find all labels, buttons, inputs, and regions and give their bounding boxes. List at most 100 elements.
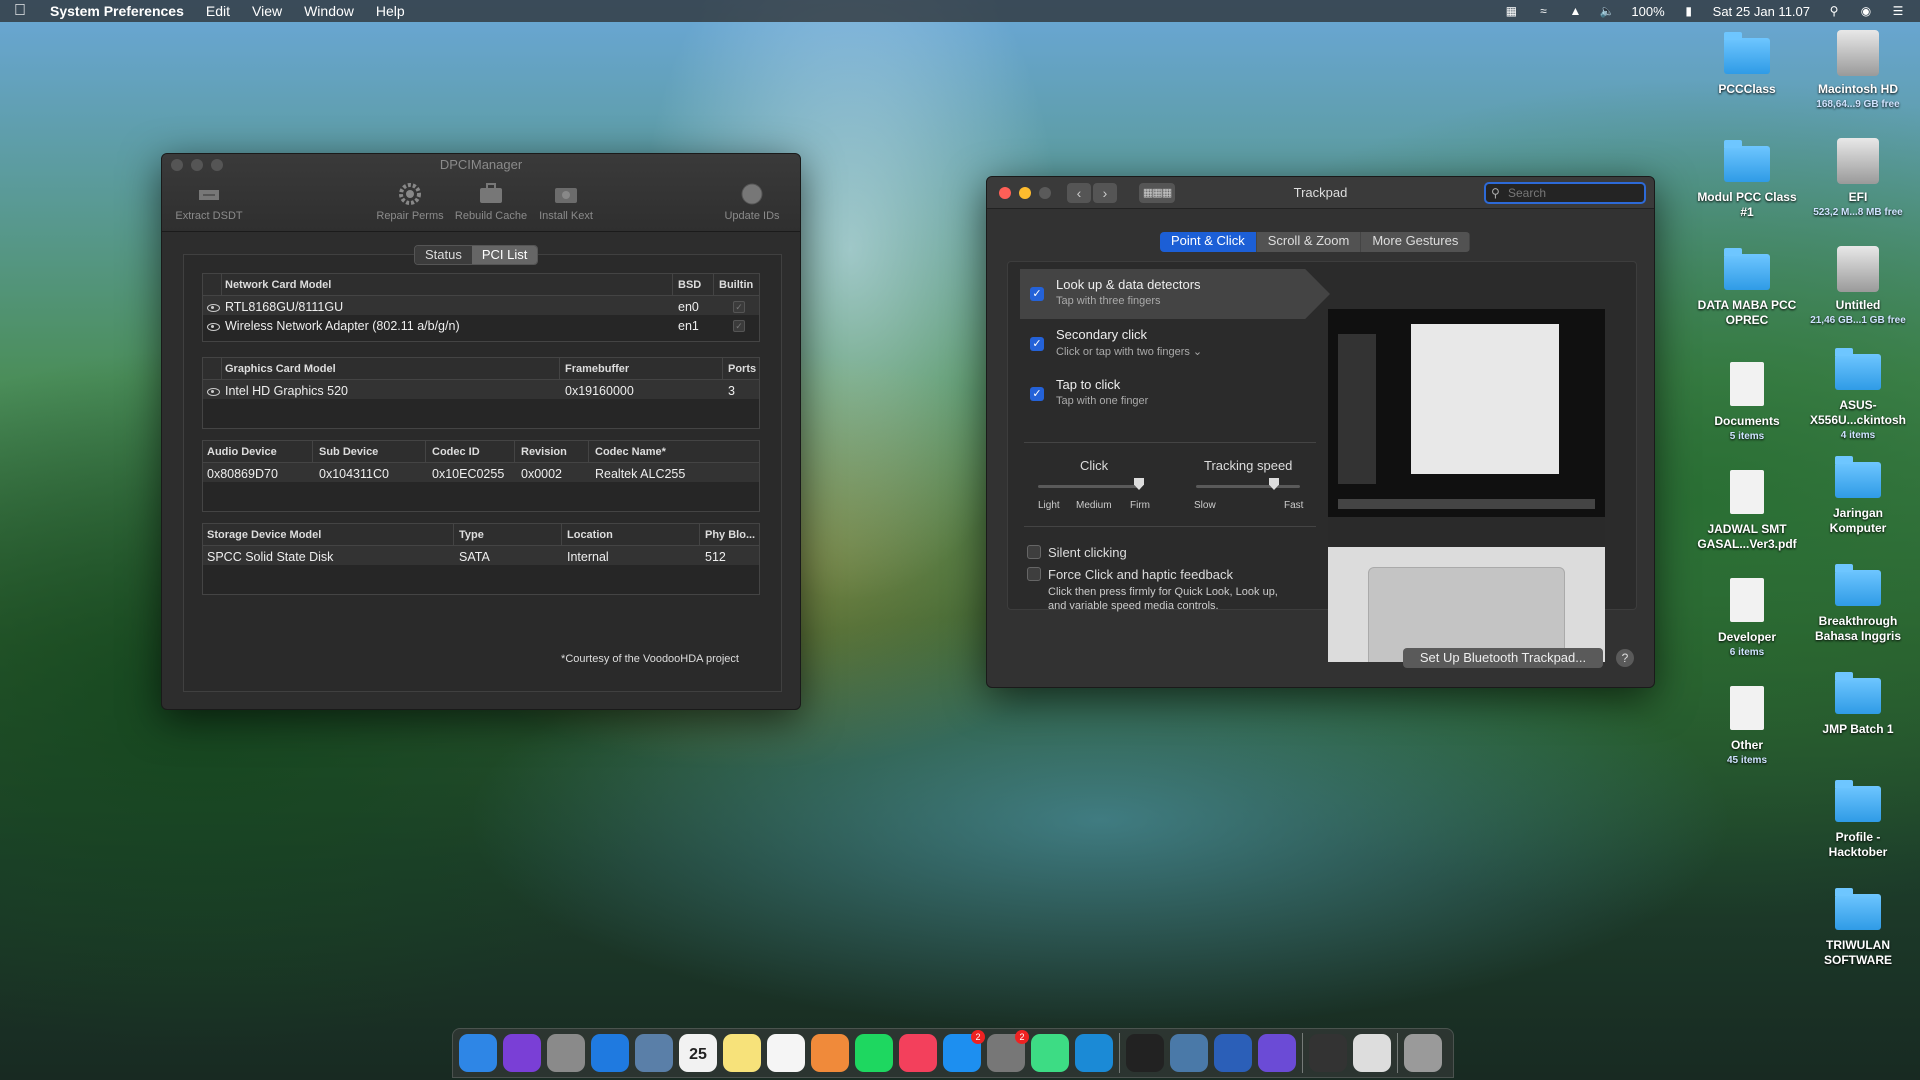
col-ports[interactable]: Ports — [728, 363, 756, 375]
battery-percent[interactable]: 100% — [1631, 4, 1664, 19]
secondary-click-dropdown[interactable]: Click or tap with two fingers ⌄ — [1056, 345, 1202, 358]
spotify-icon[interactable] — [855, 1034, 893, 1072]
app-store-icon[interactable]: 2 — [943, 1030, 985, 1072]
col-network-model[interactable]: Network Card Model — [225, 279, 331, 291]
secondary-click-option[interactable]: ✓ Secondary click Click or tap with two … — [1020, 319, 1330, 369]
siri-icon[interactable]: ◉ — [1858, 4, 1874, 18]
desktop-item[interactable]: PCCClass — [1695, 32, 1799, 97]
android-studio-icon[interactable] — [1031, 1034, 1069, 1072]
silent-clicking-checkbox[interactable] — [1027, 545, 1041, 559]
video-icon[interactable] — [1258, 1034, 1296, 1072]
preview-icon[interactable] — [635, 1034, 673, 1072]
tab-pci-list[interactable]: PCI List — [471, 246, 538, 264]
desktop-item[interactable]: DATA MABA PCC OPREC — [1695, 248, 1799, 328]
desktop-item[interactable]: Jaringan Komputer — [1806, 456, 1910, 536]
click-slider[interactable] — [1038, 485, 1138, 488]
launchpad-icon[interactable] — [547, 1034, 585, 1072]
col-location[interactable]: Location — [567, 529, 613, 541]
force-click-checkbox[interactable] — [1027, 567, 1041, 581]
col-type[interactable]: Type — [459, 529, 484, 541]
audio-device-table[interactable]: Audio Device Sub Device Codec ID Revisio… — [202, 440, 760, 512]
desktop-item[interactable]: ASUS-X556U...ckintosh 4 items — [1806, 348, 1910, 443]
desktop-item[interactable]: Developer 6 items — [1695, 578, 1799, 660]
menu-view[interactable]: View — [252, 3, 282, 19]
setup-bluetooth-trackpad-button[interactable]: Set Up Bluetooth Trackpad... — [1403, 648, 1603, 668]
menu-window[interactable]: Window — [304, 3, 354, 19]
menu-help[interactable]: Help — [376, 3, 405, 19]
search-input[interactable]: ⚲ Search — [1484, 182, 1646, 204]
col-audio-device[interactable]: Audio Device — [207, 446, 277, 458]
safari-icon[interactable] — [591, 1034, 629, 1072]
menu-app-name[interactable]: System Preferences — [50, 3, 184, 19]
tab-status[interactable]: Status — [415, 246, 472, 264]
menu-edit[interactable]: Edit — [206, 3, 230, 19]
desktop-item[interactable]: Profile - Hacktober — [1806, 780, 1910, 860]
lookup-checkbox[interactable]: ✓ — [1030, 287, 1044, 301]
col-graphics-model[interactable]: Graphics Card Model — [225, 363, 336, 375]
desktop-item[interactable]: Modul PCC Class #1 — [1695, 140, 1799, 220]
col-storage-model[interactable]: Storage Device Model — [207, 529, 321, 541]
col-framebuffer[interactable]: Framebuffer — [565, 363, 629, 375]
trash-icon[interactable] — [1404, 1034, 1442, 1072]
table-row[interactable]: Intel HD Graphics 520 0x19160000 3 — [203, 380, 759, 399]
tab-point-click[interactable]: Point & Click — [1160, 232, 1257, 252]
desktop-item[interactable]: Untitled 21,46 GB...1 GB free — [1806, 246, 1910, 328]
pci-icon[interactable] — [1353, 1034, 1391, 1072]
col-sub-device[interactable]: Sub Device — [319, 446, 378, 458]
reminders-icon[interactable] — [767, 1034, 805, 1072]
calendar-icon[interactable]: 25 — [679, 1034, 717, 1072]
music-icon[interactable] — [899, 1034, 937, 1072]
tap-to-click-option[interactable]: ✓ Tap to click Tap with one finger — [1020, 369, 1330, 419]
siri-icon[interactable] — [503, 1034, 541, 1072]
desktop-item[interactable]: Macintosh HD 168,64...9 GB free — [1806, 30, 1910, 112]
desktop-item[interactable]: TRIWULAN SOFTWARE — [1806, 888, 1910, 968]
repair-perms-button[interactable]: Repair Perms — [365, 182, 455, 222]
click-slider-knob[interactable] — [1134, 478, 1144, 490]
col-codec-id[interactable]: Codec ID — [432, 446, 480, 458]
table-row[interactable]: 0x80869D70 0x104311C0 0x10EC0255 0x0002 … — [203, 463, 759, 482]
col-revision[interactable]: Revision — [521, 446, 567, 458]
tracking-speed-knob[interactable] — [1269, 478, 1279, 490]
spotlight-icon[interactable]: ⚲ — [1826, 4, 1842, 18]
update-ids-button[interactable]: Update IDs — [707, 182, 797, 222]
activity-monitor-icon[interactable] — [1214, 1034, 1252, 1072]
desktop-item[interactable]: JMP Batch 1 — [1806, 672, 1910, 737]
desktop-item[interactable]: Breakthrough Bahasa Inggris — [1806, 564, 1910, 644]
photos-icon[interactable] — [811, 1034, 849, 1072]
secondary-click-checkbox[interactable]: ✓ — [1030, 337, 1044, 351]
airplay-icon[interactable]: ▲ — [1567, 4, 1583, 18]
tab-more-gestures[interactable]: More Gestures — [1361, 232, 1471, 252]
volume-icon[interactable]: 🔈 — [1599, 4, 1615, 18]
storage-device-table[interactable]: Storage Device Model Type Location Phy B… — [202, 523, 760, 595]
menu-clock[interactable]: Sat 25 Jan 11.07 — [1713, 4, 1810, 19]
terminal-icon[interactable] — [1126, 1034, 1164, 1072]
tracking-speed-slider[interactable] — [1196, 485, 1300, 488]
wifi-icon[interactable]: ≈ — [1535, 4, 1551, 18]
screenshot-icon[interactable] — [1309, 1034, 1347, 1072]
system-preferences-icon[interactable]: 2 — [987, 1030, 1029, 1072]
battery-icon[interactable]: ▮ — [1681, 4, 1697, 18]
network-card-table[interactable]: Network Card Model BSD Builtin RTL8168GU… — [202, 273, 760, 342]
system-info-icon[interactable] — [1170, 1034, 1208, 1072]
lookup-option[interactable]: ✓ Look up & data detectors Tap with thre… — [1020, 269, 1330, 319]
tap-to-click-checkbox[interactable]: ✓ — [1030, 387, 1044, 401]
desktop-item[interactable]: EFI 523,2 M...8 MB free — [1806, 138, 1910, 220]
col-codec-name[interactable]: Codec Name* — [595, 446, 666, 458]
apple-menu-icon[interactable]:  — [14, 2, 32, 20]
vscode-icon[interactable] — [1075, 1034, 1113, 1072]
table-row[interactable]: SPCC Solid State Disk SATA Internal 512 — [203, 546, 759, 565]
mission-control-icon[interactable]: ▦ — [1503, 4, 1519, 18]
desktop-item[interactable]: Documents 5 items — [1695, 362, 1799, 444]
col-bsd[interactable]: BSD — [678, 279, 701, 291]
extract-dsdt-button[interactable]: Extract DSDT — [164, 182, 254, 222]
notification-center-icon[interactable]: ☰ — [1890, 4, 1906, 18]
finder-icon[interactable] — [459, 1034, 497, 1072]
col-builtin[interactable]: Builtin — [719, 279, 753, 291]
col-phy-block[interactable]: Phy Blo... — [705, 529, 755, 541]
table-row[interactable]: RTL8168GU/8111GU en0 ✓ — [203, 296, 759, 315]
notes-icon[interactable] — [723, 1034, 761, 1072]
graphics-card-table[interactable]: Graphics Card Model Framebuffer Ports In… — [202, 357, 760, 429]
help-button[interactable]: ? — [1616, 649, 1634, 667]
desktop-item[interactable]: Other 45 items — [1695, 686, 1799, 768]
tab-scroll-zoom[interactable]: Scroll & Zoom — [1256, 232, 1362, 252]
